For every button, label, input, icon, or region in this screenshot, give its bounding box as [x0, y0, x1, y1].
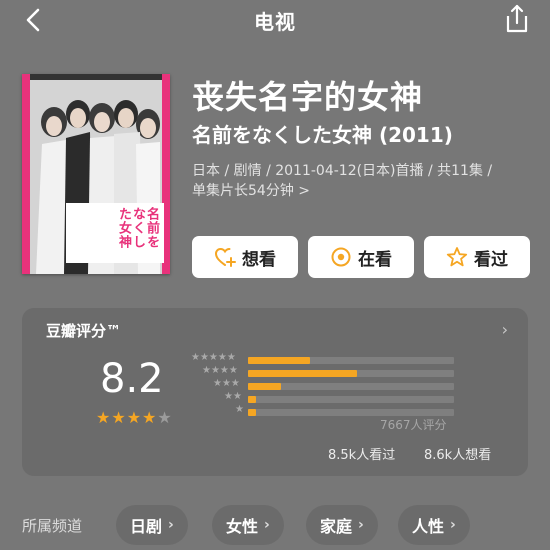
distribution-track — [248, 383, 454, 390]
meta-line: 单集片长54分钟 > — [192, 183, 310, 199]
star-empty-icon: ★ — [157, 408, 173, 427]
distribution-bar — [248, 357, 310, 364]
star-filled-icon: ★ — [142, 408, 158, 427]
show-meta[interactable]: 日本 / 剧情 / 2011-04-12(日本)首播 / 共11集 / 单集片长… — [192, 161, 532, 201]
meta-line: 日本 / 剧情 / 2011-04-12(日本)首播 / 共11集 / — [192, 163, 493, 179]
rating-title: 豆瓣评分™ — [46, 322, 122, 340]
distribution-bar — [248, 396, 256, 403]
channel-tag[interactable]: 家庭 › — [306, 505, 378, 545]
heart-plus-icon — [214, 246, 236, 268]
star-outline-icon — [446, 246, 468, 268]
distribution-track — [248, 370, 454, 377]
rating-count: 7667人评分 — [380, 418, 447, 432]
distribution-track — [248, 409, 454, 416]
distribution-bar — [248, 409, 256, 416]
poster-image[interactable]: 名前をなくした女神 — [22, 74, 170, 274]
watching-button[interactable]: 在看 — [308, 236, 414, 278]
channel-tag-label: 人性 — [412, 517, 445, 536]
chevron-right-icon: › — [450, 517, 456, 533]
rating-card[interactable]: 豆瓣评分™ › 8.2 ★★★★★ ★★★★★ ★★★★ ★★★ ★★ ★ 7667人评… — [22, 308, 528, 476]
watching-icon — [330, 246, 352, 268]
channel-tag-label: 家庭 — [320, 517, 353, 536]
channel-tag[interactable]: 女性 › — [212, 505, 284, 545]
star-filled-icon: ★ — [111, 408, 127, 427]
distribution-track — [248, 396, 454, 403]
rating-stars: ★★★★★ — [96, 408, 173, 427]
show-original-title: 名前をなくした女神 (2011) — [192, 123, 453, 147]
channel-tag-label: 女性 — [226, 517, 259, 536]
rating-score: 8.2 — [100, 356, 164, 402]
distribution-stars-icon: ★ — [235, 404, 244, 415]
top-bar: 电视 — [0, 0, 550, 40]
poster-title: 名前をなくした女神 — [66, 203, 164, 263]
want-to-watch-button[interactable]: 想看 — [192, 236, 298, 278]
star-filled-icon: ★ — [126, 408, 143, 427]
chevron-right-icon: › — [264, 517, 270, 533]
channel-tag[interactable]: 人性 › — [398, 505, 470, 545]
channel-label: 所属频道 — [22, 517, 83, 535]
distribution-stars-icon: ★★ — [224, 391, 242, 402]
distribution-row: ★★ — [184, 391, 464, 405]
distribution-bar — [248, 383, 281, 390]
channel-tag-label: 日剧 — [130, 517, 163, 536]
want-to-watch-label: 想看 — [242, 249, 276, 270]
distribution-stars-icon: ★★★ — [213, 378, 240, 389]
chevron-right-icon[interactable]: › — [502, 320, 508, 339]
chevron-right-icon: › — [358, 517, 364, 533]
distribution-bar — [248, 370, 357, 377]
distribution-stars-icon: ★★★★ — [202, 365, 238, 376]
channel-tag[interactable]: 日剧 › — [116, 505, 188, 545]
rating-distribution: ★★★★★ ★★★★ ★★★ ★★ ★ — [184, 352, 464, 419]
chevron-right-icon: › — [168, 517, 174, 533]
watched-button[interactable]: 看过 — [424, 236, 530, 278]
distribution-track — [248, 357, 454, 364]
watched-label: 看过 — [474, 249, 508, 270]
distribution-stars-icon: ★★★★★ — [191, 352, 236, 363]
show-title: 丧失名字的女神 — [192, 78, 424, 116]
share-icon[interactable] — [504, 3, 530, 35]
want-count[interactable]: 8.6k人想看 — [424, 444, 491, 463]
star-filled-icon: ★ — [96, 408, 112, 427]
watching-label: 在看 — [358, 249, 392, 270]
watched-count[interactable]: 8.5k人看过 — [328, 444, 395, 463]
page-title: 电视 — [254, 10, 296, 34]
